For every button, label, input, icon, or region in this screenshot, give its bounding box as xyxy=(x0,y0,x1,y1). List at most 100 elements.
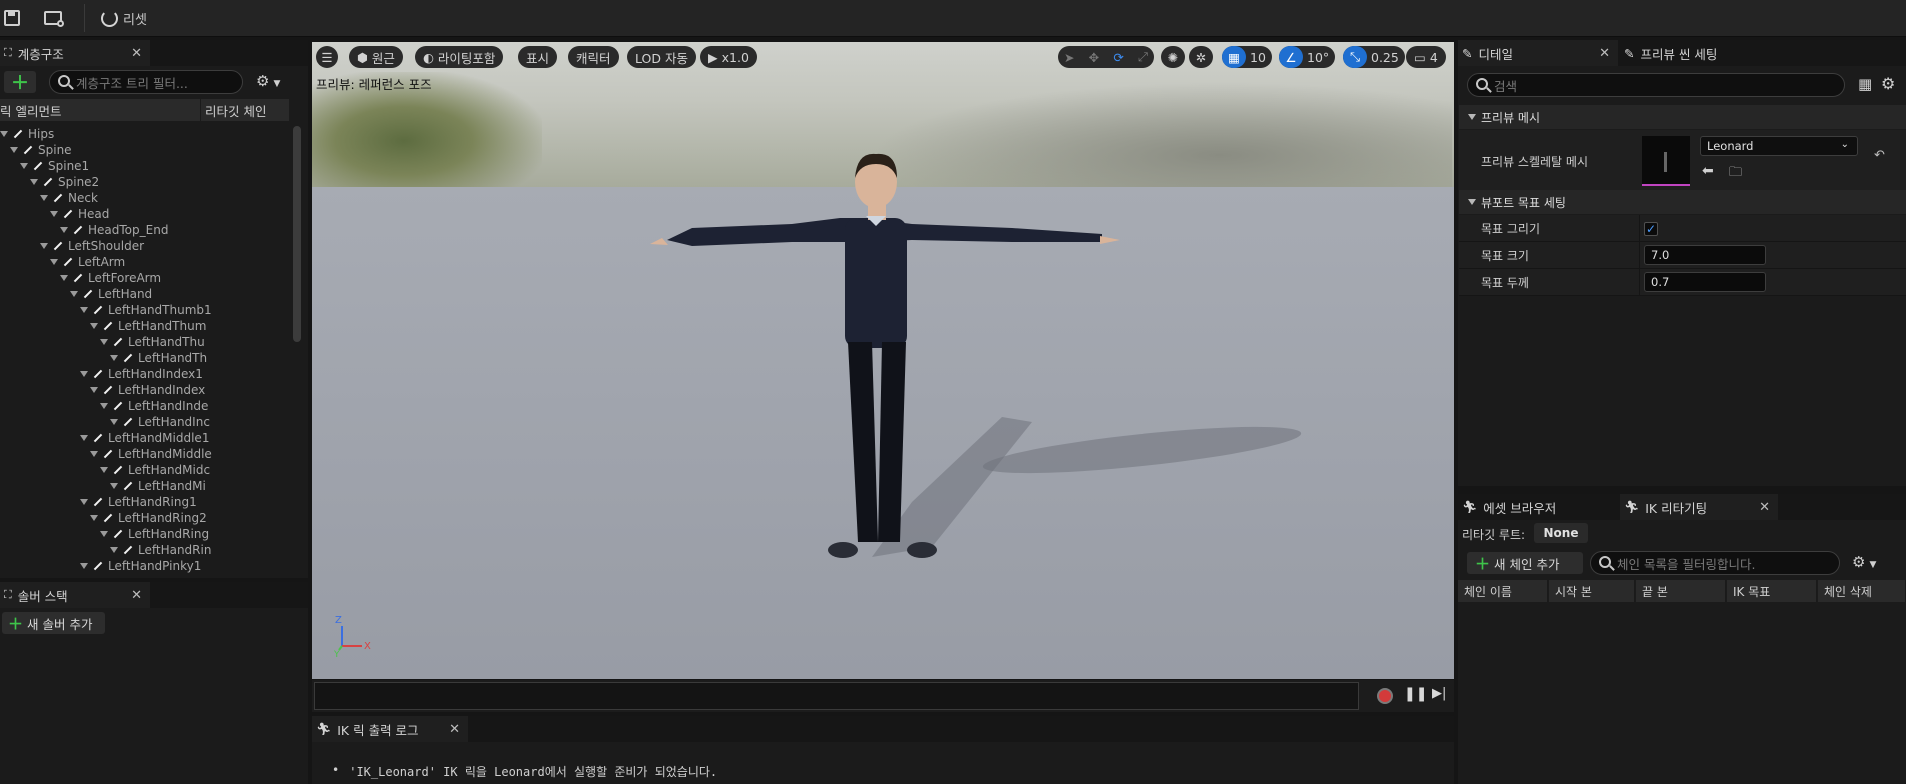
chain-column-delete[interactable]: 체인 삭제 xyxy=(1818,580,1906,602)
tree-row[interactable]: LeftShoulder xyxy=(0,238,144,254)
select-icon[interactable]: ➤ xyxy=(1064,50,1074,65)
pause-button[interactable]: ❚❚ xyxy=(1404,686,1427,702)
tab-asset-browser[interactable]: 🏃︎ 에셋 브라우저 xyxy=(1458,494,1618,520)
tree-row[interactable]: LeftHandIndex xyxy=(0,382,205,398)
expand-arrow-icon[interactable] xyxy=(90,451,98,457)
surface-snap-button[interactable]: ✲ xyxy=(1189,46,1213,68)
section-preview-mesh[interactable]: 프리뷰 메시 xyxy=(1459,105,1906,129)
play-speed-button[interactable]: ▶ x1.0 xyxy=(700,46,757,68)
tab-output-log[interactable]: 🏃︎ IK 릭 출력 로그 ✕ xyxy=(312,716,468,742)
tree-row[interactable]: LeftHandInde xyxy=(0,398,208,414)
reset-button[interactable]: 리셋 xyxy=(101,6,147,30)
tree-row[interactable]: HeadTop_End xyxy=(0,222,168,238)
tree-row[interactable]: LeftHandPinky1 xyxy=(0,558,201,574)
tree-row[interactable]: LeftHandRing2 xyxy=(0,510,207,526)
expand-arrow-icon[interactable] xyxy=(100,403,108,409)
close-icon[interactable]: ✕ xyxy=(131,46,142,61)
expand-arrow-icon[interactable] xyxy=(100,339,108,345)
expand-arrow-icon[interactable] xyxy=(90,323,98,329)
chain-column-name[interactable]: 체인 이름 xyxy=(1458,580,1548,602)
browse-asset-button[interactable]: 🗀︎ xyxy=(1729,163,1742,185)
close-icon[interactable]: ✕ xyxy=(131,588,142,603)
expand-arrow-icon[interactable] xyxy=(60,275,68,281)
tree-row[interactable]: Spine xyxy=(0,142,72,158)
viewport[interactable]: ☰ ⬢ 원근 ◐ 라이팅포함 표시 캐릭터 LOD 자동 ▶ x1.0 ➤ ✥ ⟳ ⤢… xyxy=(312,42,1454,679)
tree-row[interactable]: Neck xyxy=(0,190,98,206)
tree-row[interactable]: LeftHandRing1 xyxy=(0,494,197,510)
chain-filter-input[interactable]: 체인 목록을 필터링합니다. xyxy=(1590,551,1840,575)
tree-row[interactable]: LeftHandTh xyxy=(0,350,207,366)
show-button[interactable]: 표시 xyxy=(518,46,558,68)
goal-thickness-field[interactable]: 0.7 xyxy=(1644,272,1766,292)
tree-row[interactable]: Spine2 xyxy=(0,174,99,190)
expand-arrow-icon[interactable] xyxy=(60,227,68,233)
expand-arrow-icon[interactable] xyxy=(0,131,8,137)
expand-arrow-icon[interactable] xyxy=(100,467,108,473)
perspective-button[interactable]: ⬢ 원근 xyxy=(349,46,403,68)
expand-arrow-icon[interactable] xyxy=(90,387,98,393)
record-button[interactable] xyxy=(1377,688,1393,704)
tree-row[interactable]: LeftArm xyxy=(0,254,125,270)
section-viewport-goal[interactable]: 뷰포트 목표 세팅 xyxy=(1459,190,1906,214)
hierarchy-filter-input[interactable]: 계층구조 트리 필터... xyxy=(49,70,243,94)
hierarchy-settings-button[interactable]: ⚙ ▼ xyxy=(256,72,292,92)
viewport-menu-button[interactable]: ☰ xyxy=(316,46,338,68)
add-element-button[interactable]: ＋ xyxy=(4,71,36,94)
expand-arrow-icon[interactable] xyxy=(80,563,88,569)
preview-mesh-dropdown[interactable]: Leonard ⌄ xyxy=(1700,136,1858,156)
details-settings-button[interactable]: ⚙ xyxy=(1881,74,1895,93)
tree-row[interactable]: LeftHandIndex1 xyxy=(0,366,203,382)
expand-arrow-icon[interactable] xyxy=(80,307,88,313)
chain-column-ik-goal[interactable]: IK 목표 xyxy=(1727,580,1817,602)
expand-arrow-icon[interactable] xyxy=(110,419,118,425)
expand-arrow-icon[interactable] xyxy=(90,515,98,521)
expand-arrow-icon[interactable] xyxy=(110,483,118,489)
chain-settings-button[interactable]: ⚙ ▼ xyxy=(1852,553,1876,571)
scale-icon[interactable]: ⤢ xyxy=(1138,49,1148,65)
rotation-snap-button[interactable]: ∠ 10° xyxy=(1279,46,1336,68)
tree-row[interactable]: LeftHandThumb1 xyxy=(0,302,212,318)
tree-row[interactable]: Head xyxy=(0,206,109,222)
tree-row[interactable]: LeftHandInc xyxy=(0,414,210,430)
tree-row[interactable]: LeftHandMidc xyxy=(0,462,210,478)
expand-arrow-icon[interactable] xyxy=(40,243,48,249)
save-button[interactable] xyxy=(4,6,20,30)
lod-button[interactable]: LOD 자동 xyxy=(627,46,696,68)
tab-details[interactable]: ✎ 디테일 ✕ xyxy=(1458,40,1618,66)
chain-column-start-bone[interactable]: 시작 본 xyxy=(1549,580,1635,602)
timeline-track[interactable] xyxy=(314,682,1359,710)
expand-arrow-icon[interactable] xyxy=(80,435,88,441)
tree-row[interactable]: Spine1 xyxy=(0,158,89,174)
close-icon[interactable]: ✕ xyxy=(1759,500,1770,515)
column-retarget-chain[interactable]: 리타깃 체인 xyxy=(201,99,289,121)
expand-arrow-icon[interactable] xyxy=(20,163,28,169)
expand-arrow-icon[interactable] xyxy=(70,291,78,297)
hierarchy-scrollbar[interactable] xyxy=(293,126,301,342)
table-view-button[interactable]: ▦ xyxy=(1858,75,1872,93)
move-icon[interactable]: ✥ xyxy=(1089,50,1099,65)
expand-arrow-icon[interactable] xyxy=(50,259,58,265)
tree-row[interactable]: Hips xyxy=(0,126,54,142)
tree-row[interactable]: LeftHandMiddle1 xyxy=(0,430,209,446)
expand-arrow-icon[interactable] xyxy=(80,499,88,505)
draw-goal-checkbox[interactable]: ✓ xyxy=(1644,222,1658,236)
details-search-input[interactable]: 검색 xyxy=(1467,73,1845,97)
lighting-button[interactable]: ◐ 라이팅포함 xyxy=(415,46,504,68)
reset-to-default-button[interactable]: ↶ xyxy=(1874,148,1885,163)
expand-arrow-icon[interactable] xyxy=(110,355,118,361)
close-icon[interactable]: ✕ xyxy=(449,722,460,737)
retarget-root-dropdown[interactable]: None xyxy=(1534,523,1588,543)
character-button[interactable]: 캐릭터 xyxy=(568,46,619,68)
expand-arrow-icon[interactable] xyxy=(30,179,38,185)
expand-arrow-icon[interactable] xyxy=(10,147,18,153)
expand-arrow-icon[interactable] xyxy=(80,371,88,377)
mesh-thumbnail[interactable] xyxy=(1642,136,1690,186)
browse-button[interactable] xyxy=(44,6,64,30)
rotate-icon[interactable]: ⟳ xyxy=(1113,50,1123,65)
camera-speed-button[interactable]: ▭ 4 xyxy=(1406,46,1446,68)
use-selected-button[interactable]: ⬅︎ xyxy=(1702,163,1714,179)
tree-row[interactable]: LeftHandRin xyxy=(0,542,211,558)
expand-arrow-icon[interactable] xyxy=(110,547,118,553)
grid-snap-button[interactable]: ▦ 10 xyxy=(1222,46,1272,68)
tree-row[interactable]: LeftHandThu xyxy=(0,334,205,350)
